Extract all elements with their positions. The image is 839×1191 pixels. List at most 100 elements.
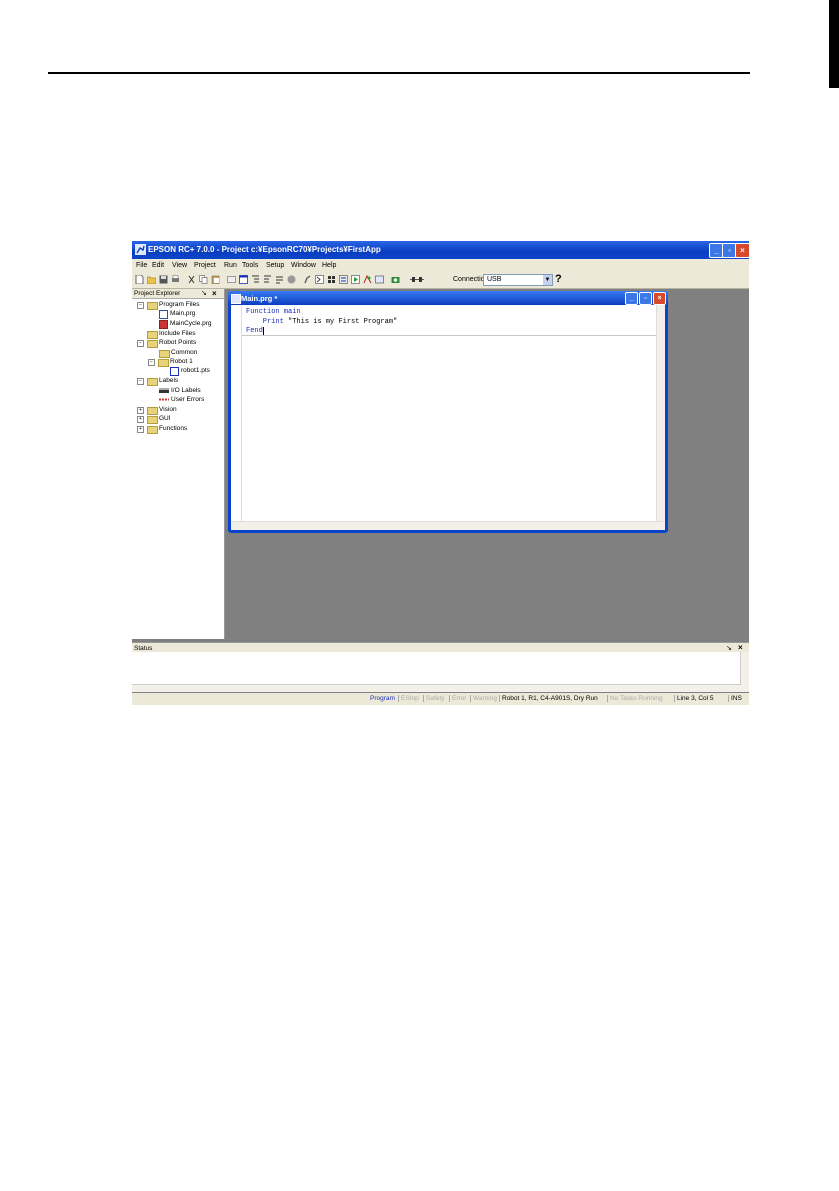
connection-icon[interactable]: [410, 275, 424, 284]
editor-close-button[interactable]: ×: [653, 292, 666, 305]
paste-icon[interactable]: [211, 275, 220, 284]
expand-icon[interactable]: +: [137, 426, 144, 433]
menu-edit[interactable]: Edit: [152, 262, 164, 269]
menu-tools[interactable]: Tools: [242, 262, 258, 269]
task-manager-icon[interactable]: [339, 275, 348, 284]
run-window-icon[interactable]: [351, 275, 360, 284]
user-errors-icon: [159, 398, 169, 401]
indent-icon[interactable]: [251, 275, 260, 284]
tree-item-label: Robot 1: [170, 358, 193, 365]
status-insert-mode: INS: [728, 695, 742, 702]
collapse-icon[interactable]: −: [137, 302, 144, 309]
command-window-icon[interactable]: [315, 275, 324, 284]
collapse-icon[interactable]: −: [137, 378, 144, 385]
pin-icon[interactable]: ↘: [726, 644, 732, 652]
vision-guide-icon[interactable]: [391, 275, 400, 284]
status-horizontal-scrollbar[interactable]: [132, 684, 741, 692]
variables-icon[interactable]: [363, 275, 372, 284]
folder-icon: [159, 350, 170, 358]
copy-icon[interactable]: [199, 275, 208, 284]
window-title: EPSON RC+ 7.0.0 - Project c:¥EpsonRC70¥P…: [148, 245, 381, 254]
tree-item-label: Common: [171, 349, 198, 356]
folder-icon: [147, 426, 158, 434]
status-error: Error: [449, 695, 466, 702]
collapse-icon[interactable]: −: [137, 340, 144, 347]
menu-bar: File Edit View Project Run Tools Setup W…: [132, 259, 749, 272]
window-icon[interactable]: [239, 275, 248, 284]
tree-item-label: Program Files: [159, 301, 200, 308]
folder-icon: [147, 416, 158, 424]
find-icon[interactable]: [227, 275, 236, 284]
code-text[interactable]: Function main Print "This is my First Pr…: [246, 308, 397, 337]
program-file-icon: [159, 310, 168, 319]
folder-icon: [147, 331, 158, 339]
chevron-down-icon[interactable]: ▼: [543, 275, 552, 285]
editor-vertical-scrollbar[interactable]: [656, 305, 665, 522]
folder-icon: [147, 302, 158, 310]
robot-manager-icon[interactable]: [303, 275, 312, 284]
comment-icon[interactable]: [275, 275, 284, 284]
io-labels-icon: [159, 388, 169, 393]
stop-icon[interactable]: [287, 275, 296, 284]
pin-icon[interactable]: ↘: [201, 289, 207, 297]
menu-setup[interactable]: Setup: [266, 262, 284, 269]
close-button[interactable]: ×: [735, 243, 750, 258]
code-line-2: Print "This is my First Program": [246, 317, 398, 326]
expand-icon[interactable]: +: [137, 407, 144, 414]
code-line-1: Function main: [246, 308, 301, 316]
editor-horizontal-scrollbar[interactable]: [231, 521, 665, 530]
outdent-icon[interactable]: [263, 275, 272, 284]
status-safety: Safety: [423, 695, 444, 702]
status-panel-title: Status: [134, 645, 153, 652]
menu-project[interactable]: Project: [194, 262, 216, 269]
editor-window: Main.prg * _ ▫ × Function main Print "Th…: [228, 291, 668, 533]
toolbar: Connection: USB ▼ ?: [132, 272, 749, 289]
menu-window[interactable]: Window: [291, 262, 316, 269]
cut-icon[interactable]: [187, 275, 196, 284]
tree-item-label: MainCycle.prg: [170, 320, 212, 327]
close-icon[interactable]: ×: [212, 289, 217, 298]
title-bar: EPSON RC+ 7.0.0 - Project c:¥EpsonRC70¥P…: [132, 241, 750, 259]
menu-view[interactable]: View: [172, 262, 187, 269]
tree-item-label: Functions: [159, 425, 188, 432]
connection-select[interactable]: USB ▼: [483, 274, 553, 286]
close-icon[interactable]: ×: [738, 643, 743, 652]
status-bar: Program EStop Safety Error Warning Robot…: [132, 693, 749, 705]
menu-run[interactable]: Run: [224, 262, 237, 269]
code-line-3: Fend: [246, 327, 264, 335]
connection-value: USB: [487, 276, 502, 283]
app-window: EPSON RC+ 7.0.0 - Project c:¥EpsonRC70¥P…: [132, 241, 750, 705]
status-vertical-scrollbar[interactable]: [740, 652, 749, 692]
code-editor[interactable]: Function main Print "This is my First Pr…: [231, 305, 665, 530]
tree-item-label: Robot Points: [159, 339, 197, 346]
tree-item-label: Labels: [159, 377, 179, 384]
editor-maximize-button[interactable]: ▫: [639, 292, 652, 305]
tree-item-label: User Errors: [171, 396, 205, 403]
editor-title: Main.prg *: [241, 294, 278, 303]
status-mode: Program: [370, 695, 395, 702]
io-label-editor-icon[interactable]: [375, 275, 384, 284]
save-all-icon[interactable]: [159, 275, 168, 284]
editor-minimize-button[interactable]: _: [625, 292, 638, 305]
tree-item-label: robot1.pts: [181, 367, 210, 374]
folder-icon: [158, 359, 169, 367]
tree-item-label: Vision: [159, 406, 177, 413]
collapse-icon[interactable]: −: [148, 359, 155, 366]
project-explorer: Project Explorer ↘ × − Program Files Mai…: [132, 289, 225, 639]
project-explorer-title: Project Explorer: [134, 290, 181, 297]
tree-item-label: I/O Labels: [171, 387, 201, 394]
help-icon[interactable]: ?: [555, 273, 562, 285]
tree-item-label: Include Files: [159, 330, 196, 337]
menu-help[interactable]: Help: [322, 262, 336, 269]
points-file-icon: [170, 367, 179, 376]
io-monitor-icon[interactable]: [327, 275, 336, 284]
editor-title-bar: Main.prg * _ ▫ ×: [228, 291, 668, 305]
open-folder-icon[interactable]: [147, 275, 156, 284]
status-robot: Robot 1, R1, C4-A901S, Dry Run: [499, 695, 598, 702]
new-file-icon[interactable]: [135, 275, 144, 284]
status-panel: [132, 652, 749, 692]
menu-file[interactable]: File: [136, 262, 147, 269]
print-icon[interactable]: [171, 275, 180, 284]
expand-icon[interactable]: +: [137, 416, 144, 423]
status-estop: EStop: [398, 695, 419, 702]
